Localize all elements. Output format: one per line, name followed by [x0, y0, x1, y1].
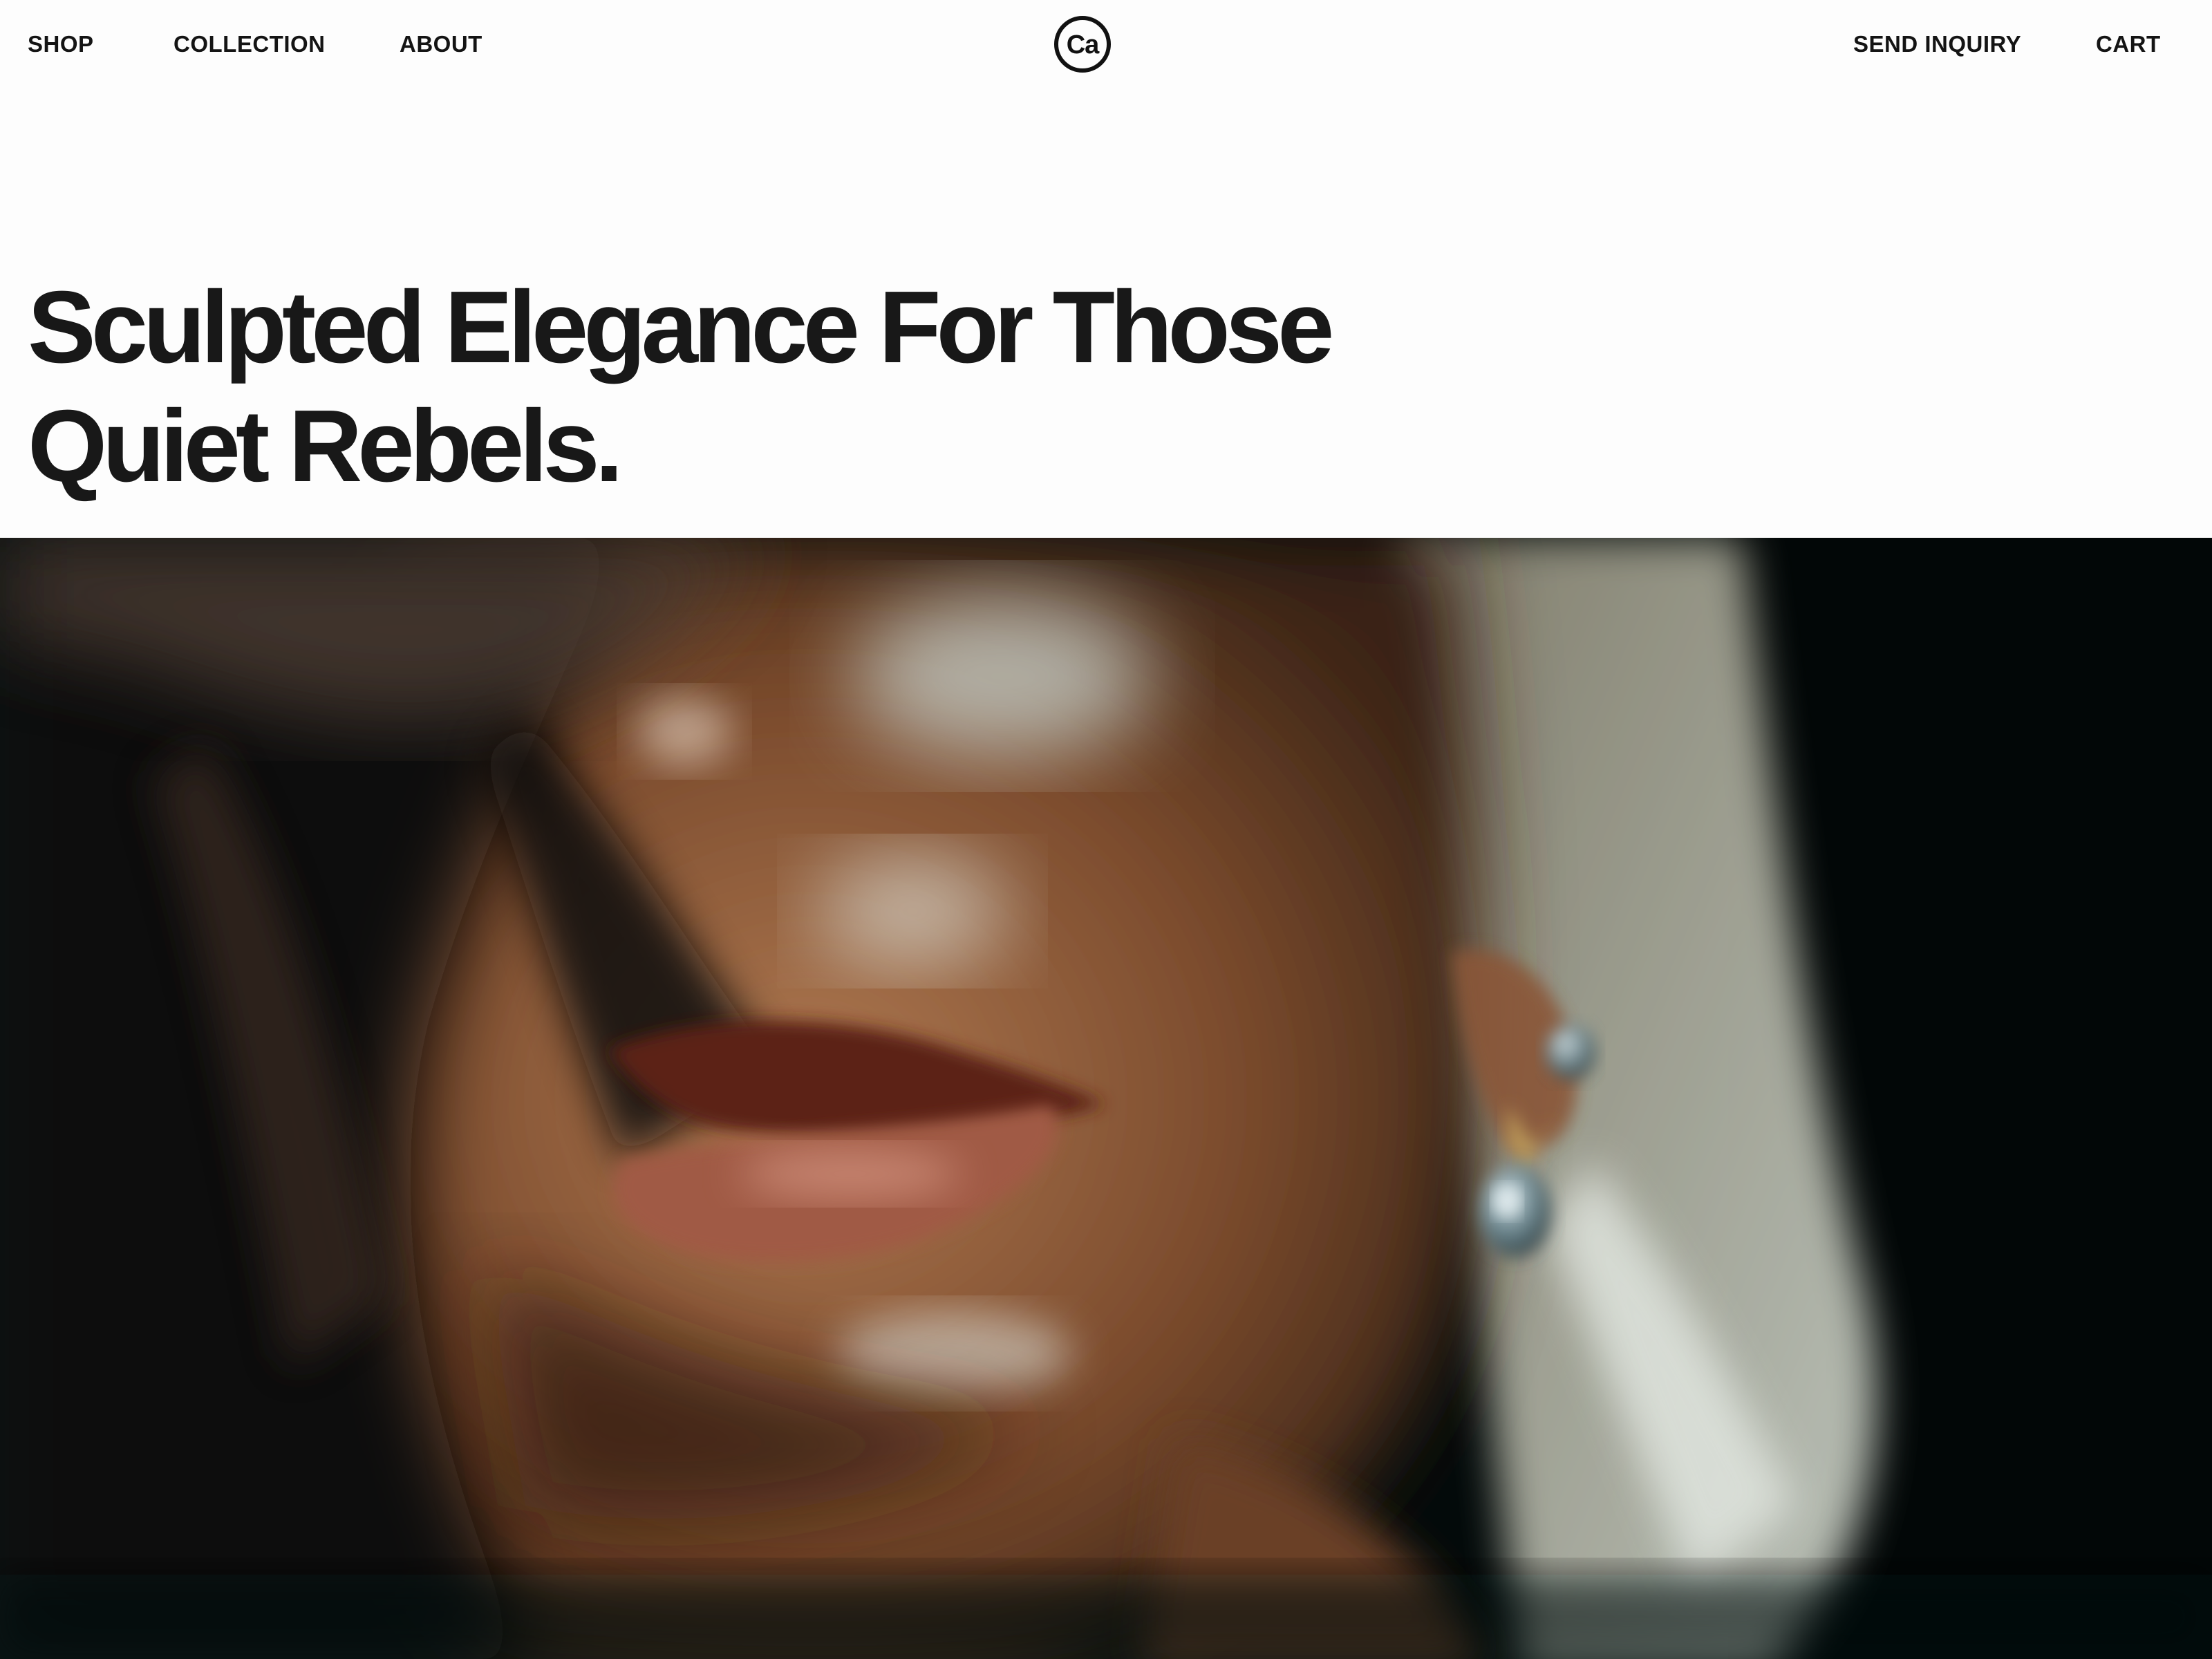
- hero-headline-line-2: Quiet Rebels.: [28, 389, 624, 503]
- nav-collection-link[interactable]: COLLECTION: [174, 29, 325, 59]
- site-header: SHOP COLLECTION ABOUT Ca SEND INQUIRY CA…: [0, 0, 2212, 90]
- hero-headline: Sculpted Elegance For Those Quiet Rebels…: [28, 268, 1410, 506]
- brand-logo[interactable]: Ca: [1054, 16, 1111, 73]
- brand-logo-text: Ca: [1066, 30, 1100, 59]
- nav-cart-link[interactable]: CART: [2096, 29, 2161, 59]
- hero-headline-line-1: Sculpted Elegance For Those: [28, 270, 1334, 384]
- nav-shop-link[interactable]: SHOP: [28, 29, 94, 59]
- hero-portrait-illustration: [0, 538, 2212, 1659]
- page: SHOP COLLECTION ABOUT Ca SEND INQUIRY CA…: [0, 0, 2212, 1659]
- nav-send-inquiry-link[interactable]: SEND INQUIRY: [1853, 29, 2021, 59]
- hero-image: [0, 538, 2212, 1659]
- nav-about-link[interactable]: ABOUT: [400, 29, 482, 59]
